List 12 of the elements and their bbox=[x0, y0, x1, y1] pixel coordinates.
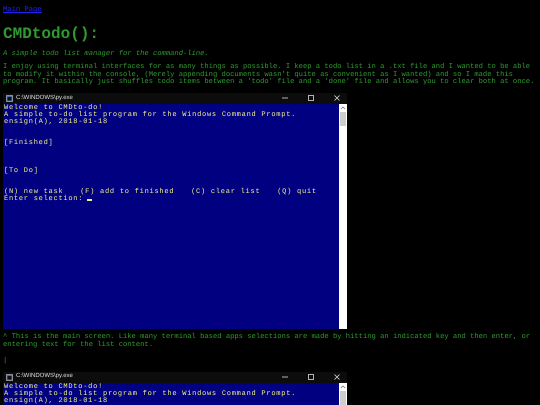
scrollbar[interactable] bbox=[339, 382, 347, 405]
text-cursor bbox=[87, 199, 92, 201]
maximize-icon[interactable] bbox=[307, 94, 315, 102]
maximize-icon[interactable] bbox=[307, 373, 315, 382]
close-icon[interactable] bbox=[333, 94, 341, 102]
close-icon[interactable] bbox=[333, 373, 341, 382]
page-title: CMDtodo(): bbox=[3, 24, 100, 43]
scroll-up-icon[interactable] bbox=[340, 384, 346, 390]
scroll-up-icon[interactable] bbox=[340, 104, 346, 111]
scrollbar[interactable] bbox=[339, 104, 347, 329]
scroll-thumb[interactable] bbox=[340, 390, 346, 405]
scroll-thumb[interactable] bbox=[340, 112, 346, 126]
